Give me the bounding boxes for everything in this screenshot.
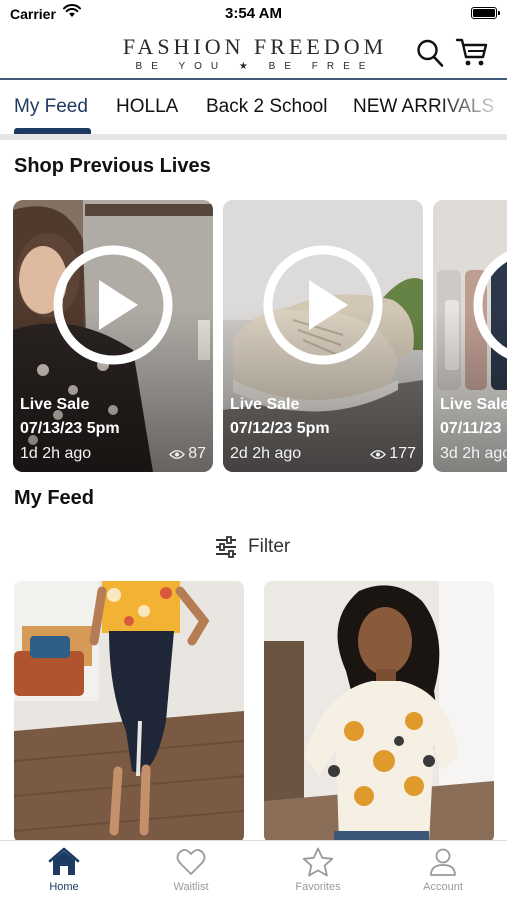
live-view-count: 177 (370, 445, 416, 463)
eye-icon (169, 449, 186, 459)
live-time-ago: 2d 2h ago (230, 445, 302, 462)
tab-bar-home[interactable]: Home (14, 847, 114, 900)
app-header: FASHION FREEDOM BE YOU ★ BE FREE (0, 28, 507, 80)
search-icon[interactable] (416, 38, 444, 68)
tab-bar-account[interactable]: Account (393, 847, 493, 900)
live-card[interactable]: Live Sale 07/12/23 5pm 2d 2h ago 177 (223, 200, 423, 472)
live-card[interactable]: Live Sale 07/11/23 3d 2h ago (433, 200, 507, 472)
filter-icon (216, 536, 236, 558)
filter-button[interactable]: Filter (214, 534, 290, 560)
battery-icon (471, 7, 500, 19)
tabs-divider (0, 134, 507, 140)
live-sale-label: Live Sale (230, 396, 300, 413)
tab-bar-favorites[interactable]: Favorites (268, 847, 368, 900)
brand-logo[interactable]: FASHION FREEDOM BE YOU ★ BE FREE (100, 34, 410, 72)
category-tabs: My Feed HOLLA Back 2 School NEW ARRIVALS (0, 80, 507, 136)
cart-icon[interactable] (455, 36, 489, 68)
product-card[interactable] (14, 581, 244, 843)
status-bar: Carrier 3:54 AM (0, 0, 507, 28)
my-feed-title: My Feed (14, 487, 95, 509)
view-count-value: 87 (188, 445, 206, 462)
home-icon (48, 847, 80, 875)
tab-back-2-school[interactable]: Back 2 School (206, 96, 327, 118)
tabs-fade (437, 80, 507, 136)
product-image (264, 581, 494, 843)
brand-tagline: BE YOU ★ BE FREE (135, 61, 375, 72)
brand-name: FASHION FREEDOM (122, 34, 388, 59)
tab-bar-label: Account (423, 881, 463, 893)
tab-my-feed[interactable]: My Feed (14, 96, 88, 118)
star-icon (302, 847, 334, 877)
eye-icon (370, 449, 387, 459)
play-icon[interactable] (52, 244, 174, 366)
live-time-ago: 3d 2h ago (440, 445, 507, 462)
play-icon[interactable] (472, 244, 507, 366)
tab-bar-label: Home (49, 881, 79, 893)
product-card[interactable] (264, 581, 494, 843)
tab-bar-waitlist[interactable]: Waitlist (141, 847, 241, 900)
previous-lives-carousel[interactable]: Live Sale 07/13/23 5pm 1d 2h ago 87 Live… (0, 200, 507, 472)
tab-bar-label: Favorites (295, 881, 341, 893)
person-icon (430, 848, 456, 876)
heart-icon (176, 849, 206, 875)
live-sale-label: Live Sale (20, 396, 90, 413)
live-sale-label: Live Sale (440, 396, 507, 413)
play-icon[interactable] (262, 244, 384, 366)
status-time: 3:54 AM (225, 5, 282, 22)
live-date: 07/11/23 (440, 420, 502, 437)
live-date: 07/12/23 5pm (230, 420, 330, 437)
live-card[interactable]: Live Sale 07/13/23 5pm 1d 2h ago 87 (13, 200, 213, 472)
live-time-ago: 1d 2h ago (20, 445, 92, 462)
live-view-count: 87 (169, 445, 206, 463)
filter-label: Filter (248, 536, 291, 557)
live-date: 07/13/23 5pm (20, 420, 120, 437)
product-image (14, 581, 244, 843)
tab-bar-label: Waitlist (173, 881, 209, 893)
view-count-value: 177 (389, 445, 416, 462)
shop-previous-lives-title: Shop Previous Lives (14, 155, 211, 177)
bottom-tab-bar: Home Waitlist Favorites Account (0, 840, 507, 900)
tab-holla[interactable]: HOLLA (116, 96, 178, 118)
